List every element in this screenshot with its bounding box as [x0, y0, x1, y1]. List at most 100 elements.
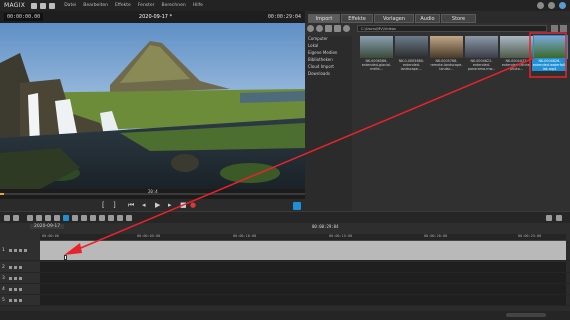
visibility-icon[interactable]	[24, 249, 27, 252]
play-icon[interactable]: ▶	[155, 202, 160, 209]
mark-out-icon[interactable]: ]	[113, 202, 116, 209]
storyboard-view-icon[interactable]	[546, 215, 552, 221]
user-icon[interactable]	[559, 2, 566, 9]
mute-icon[interactable]	[9, 276, 12, 280]
path-text: C:\Users\MV\Videos	[361, 26, 396, 31]
track-number: 3	[2, 275, 5, 281]
redo-icon[interactable]	[13, 215, 19, 221]
track-lane[interactable]	[40, 273, 566, 283]
zoom-icon[interactable]	[108, 215, 114, 221]
lock-icon[interactable]	[19, 265, 22, 269]
solo-icon[interactable]	[14, 298, 17, 302]
solo-icon[interactable]	[14, 276, 17, 280]
track-lane-highlight[interactable]	[40, 241, 566, 260]
timeline-view-icon[interactable]	[556, 215, 562, 221]
mute-icon[interactable]	[9, 287, 12, 291]
marker-icon[interactable]	[90, 215, 96, 221]
track-row[interactable]: 1	[0, 241, 570, 261]
menu-file[interactable]: Datei	[64, 3, 76, 8]
back-icon[interactable]	[307, 25, 314, 32]
nav-my-media[interactable]: Eigene Medien	[308, 50, 337, 55]
menu-window[interactable]: Fenster	[138, 3, 155, 8]
lock-icon[interactable]	[19, 287, 22, 291]
audio-icon[interactable]	[126, 215, 132, 221]
app-logo: MAGIX	[4, 2, 26, 9]
cut-icon[interactable]	[36, 215, 42, 221]
open-folder-icon[interactable]	[40, 2, 47, 9]
track-row[interactable]: 5	[0, 295, 570, 306]
prev-marker-icon[interactable]: ⏮	[128, 202, 134, 209]
zoom-slider[interactable]	[506, 313, 546, 317]
new-project-icon[interactable]	[31, 2, 38, 9]
solo-icon[interactable]	[14, 265, 17, 269]
record-icon[interactable]: ●	[190, 202, 196, 209]
media-thumb[interactable]	[360, 36, 393, 58]
nav-cloud-import[interactable]: Cloud Import	[308, 64, 334, 69]
tab-import[interactable]: Import	[308, 14, 340, 23]
trim-icon[interactable]	[54, 215, 60, 221]
tab-templates[interactable]: Vorlagen	[374, 14, 414, 23]
delete-icon[interactable]	[27, 215, 33, 221]
path-field[interactable]: C:\Users\MV\Videos	[357, 25, 547, 32]
ruler-label: 00:00:00	[42, 234, 59, 238]
grid-view-icon[interactable]	[560, 25, 567, 32]
tab-effects[interactable]: Effekte	[341, 14, 373, 23]
video-preview[interactable]	[0, 23, 305, 189]
refresh-icon[interactable]	[343, 25, 350, 32]
lock-icon[interactable]	[19, 249, 22, 252]
track-number: 2	[2, 264, 5, 270]
mute-icon[interactable]	[9, 265, 12, 269]
scrub-bar[interactable]: 20:4	[0, 189, 305, 199]
menu-effects[interactable]: Effekte	[115, 3, 131, 8]
media-thumb[interactable]	[465, 36, 498, 58]
nav-computer[interactable]: Computer	[308, 36, 328, 41]
nav-downloads[interactable]: Downloads	[308, 71, 330, 76]
media-thumb[interactable]	[395, 36, 428, 58]
split-icon[interactable]	[45, 215, 51, 221]
undo-icon[interactable]	[4, 215, 10, 221]
home-icon[interactable]	[325, 25, 332, 32]
menu-render[interactable]: Berechnen	[162, 3, 186, 8]
settings-icon[interactable]	[548, 2, 555, 9]
ungroup-icon[interactable]	[81, 215, 87, 221]
solo-icon[interactable]	[14, 287, 17, 291]
tab-store[interactable]: Store	[441, 14, 476, 23]
media-thumb-selected[interactable]	[533, 35, 568, 59]
menu-edit[interactable]: Bearbeiten	[83, 3, 108, 8]
stop-icon[interactable]: ■	[180, 202, 187, 209]
nav-local[interactable]: Lokal	[308, 43, 318, 48]
timeline-ruler[interactable]: 00:00:00 00:00:05:00 00:00:10:00 00:00:1…	[40, 234, 566, 241]
media-thumb[interactable]	[430, 36, 463, 58]
help-icon[interactable]	[537, 2, 544, 9]
track-lane[interactable]	[40, 284, 566, 294]
track-row[interactable]: 2	[0, 262, 570, 273]
lock-icon[interactable]	[19, 298, 22, 302]
project-title: 2020-09-17 *	[138, 14, 173, 20]
track-lane[interactable]	[40, 295, 566, 305]
track-row[interactable]: 4	[0, 284, 570, 295]
media-thumb[interactable]	[500, 36, 533, 58]
view-options-icon[interactable]	[551, 25, 558, 32]
nav-libraries[interactable]: Bibliotheken	[308, 57, 333, 62]
fullscreen-icon[interactable]	[293, 202, 301, 210]
next-frame-icon[interactable]: ▸	[168, 202, 172, 209]
folder-up-icon[interactable]	[334, 25, 341, 32]
fx-icon[interactable]	[117, 215, 123, 221]
mark-in-icon[interactable]: [	[102, 202, 105, 209]
mute-icon[interactable]	[9, 249, 12, 252]
track-lane[interactable]	[40, 262, 566, 272]
group-icon[interactable]	[72, 215, 78, 221]
track-row[interactable]: 3	[0, 273, 570, 284]
mute-icon[interactable]	[9, 298, 12, 302]
forward-icon[interactable]	[316, 25, 323, 32]
lock-icon[interactable]	[19, 276, 22, 280]
text-icon[interactable]	[99, 215, 105, 221]
tab-audio[interactable]: Audio	[415, 14, 440, 23]
prev-frame-icon[interactable]: ◂	[142, 202, 146, 209]
menu-help[interactable]: Hilfe	[193, 3, 203, 8]
save-icon[interactable]	[49, 2, 56, 9]
track-number: 5	[2, 297, 5, 303]
project-tab[interactable]: 2020-09-17	[30, 224, 65, 229]
solo-icon[interactable]	[14, 249, 17, 252]
mouse-mode-icon[interactable]	[63, 215, 69, 221]
